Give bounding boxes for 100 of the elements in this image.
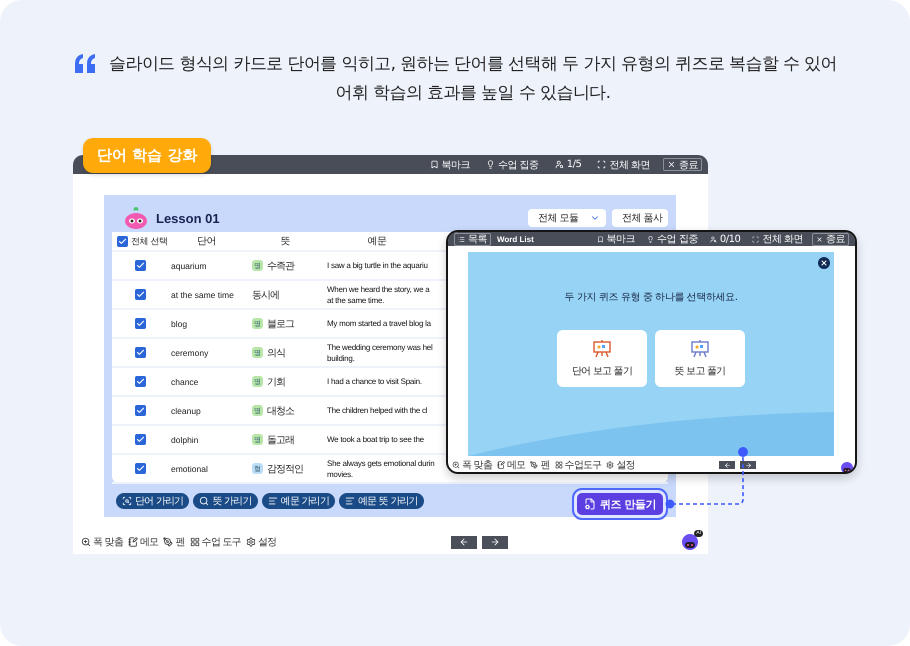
focus-button[interactable]: 수업 집중 (483, 158, 542, 171)
zoom-icon (81, 537, 91, 547)
list-icon (458, 236, 465, 242)
grid-icon (554, 461, 563, 469)
arrow-left-icon (724, 462, 731, 468)
meaning-cell-text: 대청소 (267, 404, 294, 418)
row-checkbox[interactable] (135, 434, 146, 445)
row-checkbox[interactable] (135, 376, 146, 387)
mascot-icon (122, 206, 150, 230)
example-cell-text: My mom started a travel blog la (326, 318, 431, 329)
row-checkbox[interactable] (135, 463, 146, 474)
word-cell-text: cleanup (170, 406, 202, 416)
row-checkbox[interactable] (135, 318, 146, 329)
close-icon (667, 160, 676, 169)
avatar-icon[interactable] (841, 462, 853, 472)
next-button[interactable] (482, 536, 508, 548)
easel-icon (690, 340, 710, 358)
row-checkbox[interactable] (135, 289, 146, 300)
word-cell-text: ceremony (170, 348, 210, 358)
toolbar-tool[interactable]: 펜 (163, 535, 185, 549)
page-counter[interactable]: 1/5 (552, 158, 584, 171)
search-icon (199, 496, 210, 506)
word-cell-text: emotional (170, 464, 209, 474)
toolbar-tool[interactable]: 수업 도구 (190, 535, 241, 549)
column-header: 단어 (196, 235, 217, 248)
row-checkbox[interactable] (135, 260, 146, 271)
meaning-cell-text: 감정적인 (267, 462, 303, 476)
toolbar-tool[interactable]: 수업도구 (554, 458, 602, 472)
memo-icon (496, 461, 505, 469)
meaning-cell-text: 돌고래 (267, 434, 294, 446)
next-button[interactable] (740, 461, 756, 469)
word-cell-text: at the same time (170, 290, 235, 300)
column-header: 예문 (366, 235, 388, 248)
row-checkbox[interactable] (135, 405, 146, 416)
previous-button[interactable] (719, 461, 736, 469)
feature-badge: 단어 학습 강화 (83, 138, 212, 173)
toolbar-tool[interactable]: 설정 (246, 535, 276, 549)
zoom-icon (452, 461, 460, 469)
example-cell-text: When we heard the story, we a at the same time. (326, 284, 430, 306)
hide-button[interactable]: 예문 가리기 (262, 493, 335, 509)
fullscreen-button[interactable]: 전체 화면 (594, 158, 653, 171)
lines-icon (344, 496, 355, 506)
close-button[interactable] (818, 257, 830, 269)
toolbar-tool[interactable]: 폭 맞춤 (81, 535, 123, 549)
toolbar-tool[interactable]: 메모 (496, 458, 526, 472)
select-all-checkbox[interactable] (117, 236, 128, 246)
hide-button[interactable]: 예문 뜻 가리기 (338, 493, 424, 509)
example-cell-text: I saw a big turtle in the aquariu (326, 260, 428, 271)
file-gear-icon (584, 498, 596, 510)
quiz-type-card[interactable]: 단어 보고 풀기 (557, 330, 647, 387)
column-header: 뜻 (279, 235, 291, 248)
bookmark-button[interactable]: 북마크 (594, 232, 638, 246)
bookmark-icon (596, 236, 604, 242)
exit-button[interactable]: 종료 (663, 158, 702, 171)
window-title: Word List (497, 234, 534, 244)
lesson-title: Lesson 01 (156, 210, 220, 226)
example-cell-text: She always gets emotional durin movies. (326, 458, 434, 480)
meaning-cell-text: 수족관 (267, 260, 294, 272)
select-all-label: 전체 선택 (131, 236, 168, 248)
arrow-right-icon (744, 462, 752, 468)
close-icon (816, 236, 823, 242)
fullscreen-button[interactable]: 전체 화면 (749, 232, 806, 246)
arrow-left-icon (458, 537, 469, 547)
search-icon (122, 496, 132, 506)
example-cell-text: We took a boat trip to see the (326, 434, 424, 445)
fullscreen-icon (752, 236, 760, 242)
row-checkbox[interactable] (135, 347, 146, 358)
arrow-right-icon (490, 537, 500, 547)
toolbar-tool[interactable]: 펜 (530, 458, 550, 472)
filter-dropdown[interactable]: 전체 모듈 (528, 209, 606, 227)
make-quiz-button[interactable]: 퀴즈 만들기 (572, 488, 668, 520)
toolbar-tool[interactable]: 설정 (606, 458, 635, 472)
bookmark-button[interactable]: 북마크 (426, 158, 474, 171)
hide-button[interactable]: 뜻 가리기 (193, 493, 258, 509)
grid-icon (190, 537, 200, 547)
fullscreen-icon (597, 160, 606, 169)
pen-icon (163, 537, 174, 547)
meaning-cell-text: 의식 (267, 346, 285, 360)
focus-button[interactable]: 수업 집중 (644, 232, 701, 246)
page-counter[interactable]: 0/10 (706, 232, 744, 246)
exit-button[interactable]: 종료 (812, 232, 849, 246)
filter-dropdown[interactable]: 전체 품사 (612, 209, 668, 227)
example-cell-text: The children helped with the cl (326, 405, 428, 416)
hide-button[interactable]: 단어 가리기 (116, 493, 190, 509)
description-text: 슬라이드 형식의 카드로 단어를 익히고, 원하는 단어를 선택해 두 가지 유형의 퀴즈로 복습할 수 있어 어휘 학습의 효과를 높일 수 있습니다. (108, 53, 838, 105)
toolbar-tool[interactable]: 메모 (128, 535, 158, 549)
word-cell-text: blog (170, 318, 188, 328)
person-search-icon (710, 236, 717, 242)
lightbulb-icon (486, 160, 496, 169)
avatar-icon[interactable] (682, 534, 698, 550)
meaning-cell-text: 동시에 (252, 288, 279, 302)
word-cell-text: aquarium (170, 260, 208, 270)
meaning-cell-text: 블로그 (267, 318, 294, 330)
word-cell-text: dolphin (170, 434, 200, 444)
quiz-prompt: 두 가지 퀴즈 유형 중 하나를 선택하세요. (564, 291, 738, 304)
list-button[interactable]: 목록 (454, 232, 491, 246)
memo-icon (128, 537, 138, 547)
quiz-type-card[interactable]: 뜻 보고 풀기 (655, 330, 745, 387)
toolbar-tool[interactable]: 폭 맞춤 (452, 458, 492, 472)
previous-button[interactable] (450, 536, 477, 548)
